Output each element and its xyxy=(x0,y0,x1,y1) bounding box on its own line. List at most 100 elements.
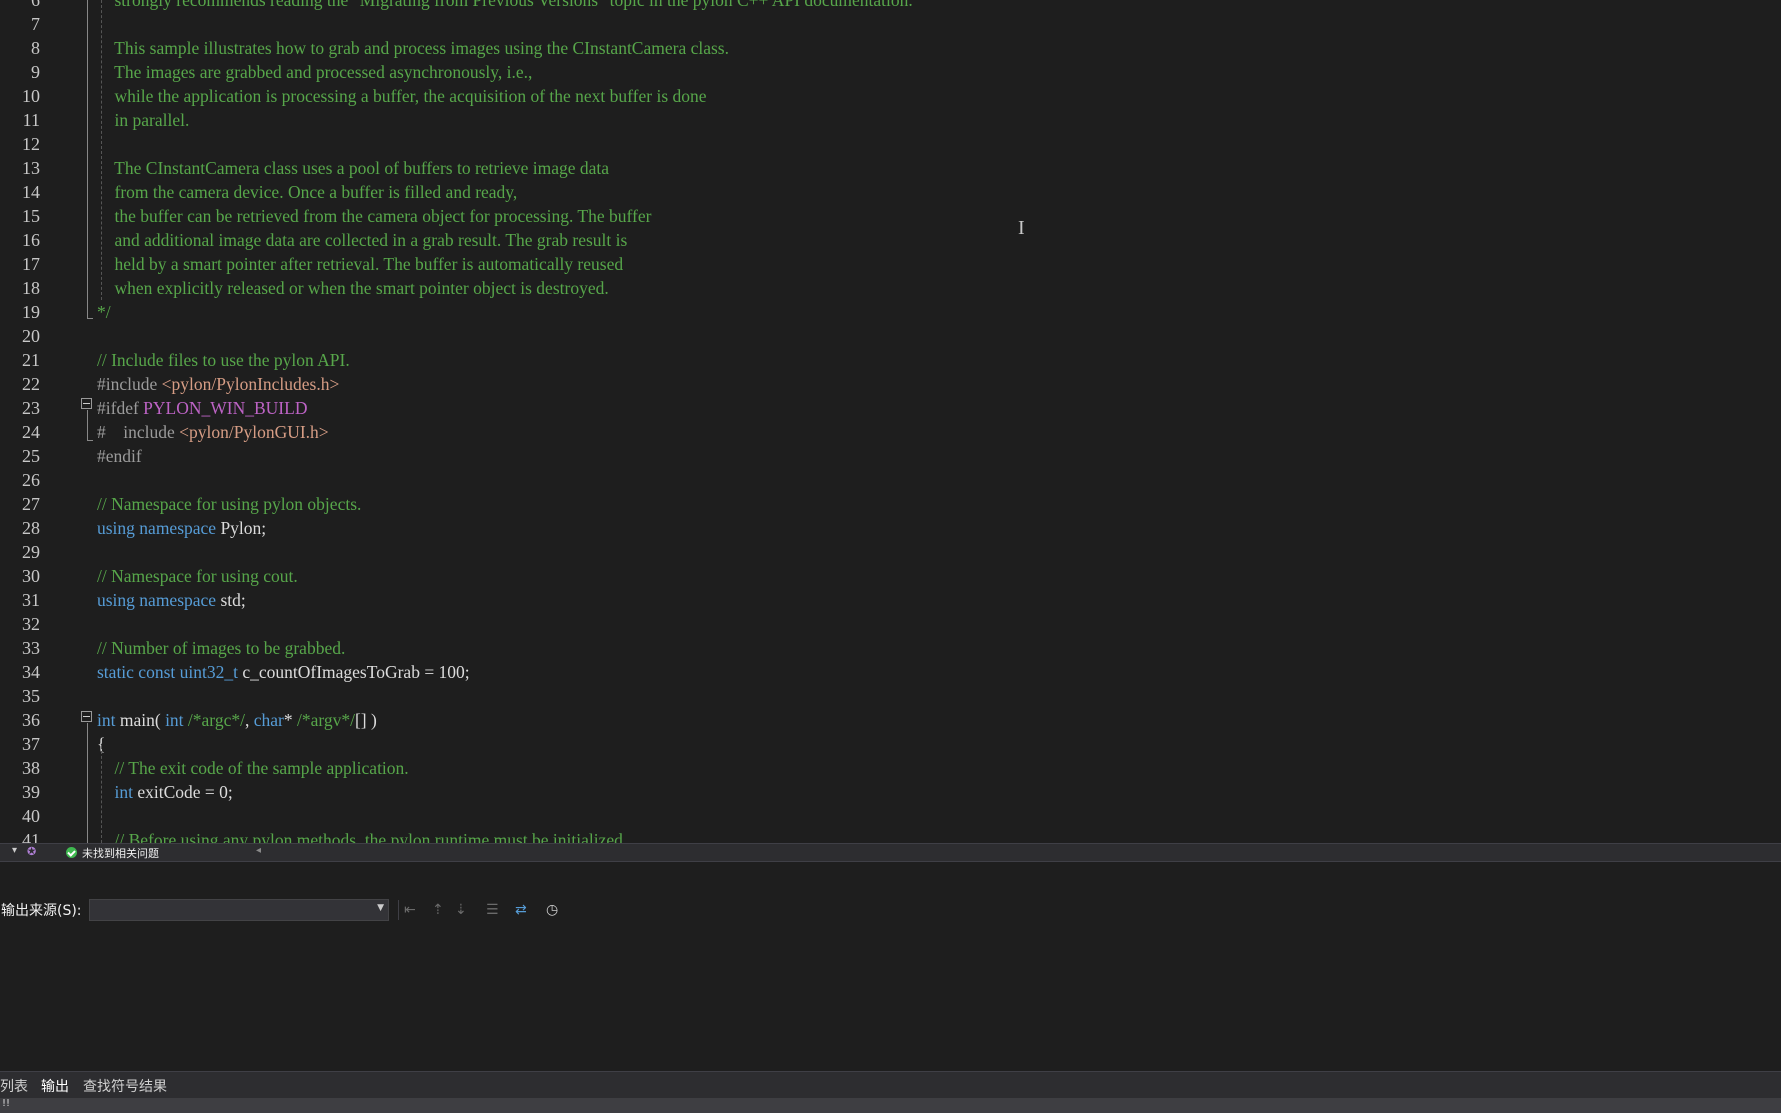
code-token: /*argv*/ xyxy=(296,710,355,730)
timestamp-clock-icon[interactable]: ◷ xyxy=(546,902,558,918)
code-text: while the application is processing a bu… xyxy=(97,84,707,108)
status-bar-text: !! xyxy=(2,1098,11,1109)
chevron-down-icon[interactable]: ▼ xyxy=(377,903,384,913)
line-number: 6 xyxy=(31,0,40,10)
code-line[interactable]: 17 held by a smart pointer after retriev… xyxy=(0,252,1781,276)
code-text: The images are grabbed and processed asy… xyxy=(97,60,532,84)
code-text: The CInstantCamera class uses a pool of … xyxy=(97,156,609,180)
code-line[interactable]: 15 the buffer can be retrieved from the … xyxy=(0,204,1781,228)
code-text: int exitCode = 0; xyxy=(97,780,233,804)
code-editor[interactable]: 6 strongly recommends reading the "Migra… xyxy=(0,0,1781,843)
code-token: the buffer can be retrieved from the cam… xyxy=(97,206,652,226)
line-number: 13 xyxy=(22,158,40,178)
code-line[interactable]: 33 // Number of images to be grabbed. xyxy=(0,636,1781,660)
code-line[interactable]: 21 // Include files to use the pylon API. xyxy=(0,348,1781,372)
code-line[interactable]: 9 The images are grabbed and processed a… xyxy=(0,60,1781,84)
line-number: 22 xyxy=(22,374,40,394)
clear-all-icon[interactable]: ☰ xyxy=(486,902,499,918)
code-token: #ifdef xyxy=(97,398,144,418)
line-number: 20 xyxy=(22,326,40,346)
code-line[interactable]: 7 xyxy=(0,12,1781,36)
code-line[interactable]: 16 and additional image data are collect… xyxy=(0,228,1781,252)
line-number: 24 xyxy=(22,422,40,442)
line-number: 35 xyxy=(22,686,40,706)
code-token: static const uint32_t xyxy=(97,662,243,682)
code-line[interactable]: 10 while the application is processing a… xyxy=(0,84,1781,108)
code-text: // The exit code of the sample applicati… xyxy=(97,756,409,780)
code-line[interactable]: 13 The CInstantCamera class uses a pool … xyxy=(0,156,1781,180)
code-line[interactable]: 6 strongly recommends reading the "Migra… xyxy=(0,0,1781,12)
code-line[interactable]: 18 when explicitly released or when the … xyxy=(0,276,1781,300)
go-next-icon[interactable]: ⇣ xyxy=(455,902,467,918)
tab-output[interactable]: 输出 xyxy=(41,1076,69,1096)
code-token: /*argc*/ xyxy=(187,710,245,730)
code-line[interactable]: 19 */ xyxy=(0,300,1781,324)
code-line[interactable]: 24 # include <pylon/PylonGUI.h> xyxy=(0,420,1781,444)
code-line[interactable]: 35 xyxy=(0,684,1781,708)
code-line[interactable]: 28 using namespace Pylon; xyxy=(0,516,1781,540)
code-token: # include xyxy=(97,422,180,442)
code-line[interactable]: 25 #endif xyxy=(0,444,1781,468)
code-line[interactable]: 12 xyxy=(0,132,1781,156)
caret-left-icon[interactable]: ◂ xyxy=(256,845,261,856)
code-line[interactable]: 20 xyxy=(0,324,1781,348)
code-line[interactable]: 38 // The exit code of the sample applic… xyxy=(0,756,1781,780)
find-in-output-icon[interactable]: ⇤ xyxy=(404,902,416,918)
code-token: int xyxy=(165,710,188,730)
code-line[interactable]: 22 #include <pylon/PylonIncludes.h> xyxy=(0,372,1781,396)
code-token: * xyxy=(283,710,297,730)
word-wrap-icon[interactable]: ⇄ xyxy=(515,902,527,918)
code-line[interactable]: 30 // Namespace for using cout. xyxy=(0,564,1781,588)
code-line[interactable]: 23 #ifdef PYLON_WIN_BUILD xyxy=(0,396,1781,420)
code-text: held by a smart pointer after retrieval.… xyxy=(97,252,624,276)
collapse-icon[interactable] xyxy=(81,398,92,409)
fold-end xyxy=(87,318,93,319)
code-token: , xyxy=(244,710,254,730)
code-token: using namespace xyxy=(97,518,221,538)
output-source-select[interactable]: ▼ xyxy=(89,899,389,921)
tab-list[interactable]: 列表 xyxy=(0,1076,28,1096)
code-token: #endif xyxy=(97,446,142,466)
code-token: held by a smart pointer after retrieval.… xyxy=(97,254,624,274)
line-number: 18 xyxy=(22,278,40,298)
code-token: when explicitly released or when the sma… xyxy=(97,278,609,298)
code-line[interactable]: 40 xyxy=(0,804,1781,828)
code-token: PYLON_WIN_BUILD xyxy=(143,398,308,418)
code-line[interactable]: 32 xyxy=(0,612,1781,636)
code-line[interactable]: 11 in parallel. xyxy=(0,108,1781,132)
issues-status-text[interactable]: 未找到相关问题 xyxy=(82,845,159,861)
line-number: 15 xyxy=(22,206,40,226)
code-line[interactable]: 37{ xyxy=(0,732,1781,756)
fold-line xyxy=(87,723,88,843)
tab-find-symbol-results[interactable]: 查找符号结果 xyxy=(83,1076,167,1096)
go-previous-icon[interactable]: ⇡ xyxy=(432,902,444,918)
code-line[interactable]: 29 xyxy=(0,540,1781,564)
line-number: 9 xyxy=(31,62,40,82)
code-text: using namespace std; xyxy=(97,588,246,612)
code-line[interactable]: 26 xyxy=(0,468,1781,492)
collapse-icon[interactable] xyxy=(81,711,92,722)
code-token: while the application is processing a bu… xyxy=(97,86,707,106)
code-line[interactable]: 27 // Namespace for using pylon objects. xyxy=(0,492,1781,516)
code-token: <pylon/PylonGUI.h> xyxy=(179,422,329,442)
code-text: // Before using any pylon methods, the p… xyxy=(97,828,628,843)
line-number: 25 xyxy=(22,446,40,466)
code-token: // Namespace for using cout. xyxy=(97,566,298,586)
line-number: 34 xyxy=(22,662,40,682)
code-line[interactable]: 36 int main( int /*argc*/, char* /*argv*/… xyxy=(0,708,1781,732)
code-token: */ xyxy=(97,302,111,322)
line-number: 40 xyxy=(22,806,40,826)
code-line[interactable]: 31 using namespace std; xyxy=(0,588,1781,612)
code-token: The images are grabbed and processed asy… xyxy=(97,62,533,82)
code-line[interactable]: 14 from the camera device. Once a buffer… xyxy=(0,180,1781,204)
chevron-down-icon[interactable]: ▾ xyxy=(12,845,17,856)
copilot-icon[interactable]: ✪ xyxy=(27,845,36,858)
code-line[interactable]: 8 This sample illustrates how to grab an… xyxy=(0,36,1781,60)
code-text: // Namespace for using pylon objects. xyxy=(97,492,361,516)
code-line[interactable]: 39 int exitCode = 0; xyxy=(0,780,1781,804)
code-line[interactable]: 41 // Before using any pylon methods, th… xyxy=(0,828,1781,843)
code-token: std; xyxy=(220,590,246,610)
code-token: exitCode = 0; xyxy=(137,782,233,802)
line-number: 19 xyxy=(22,302,40,322)
code-line[interactable]: 34 static const uint32_t c_countOfImagesT… xyxy=(0,660,1781,684)
